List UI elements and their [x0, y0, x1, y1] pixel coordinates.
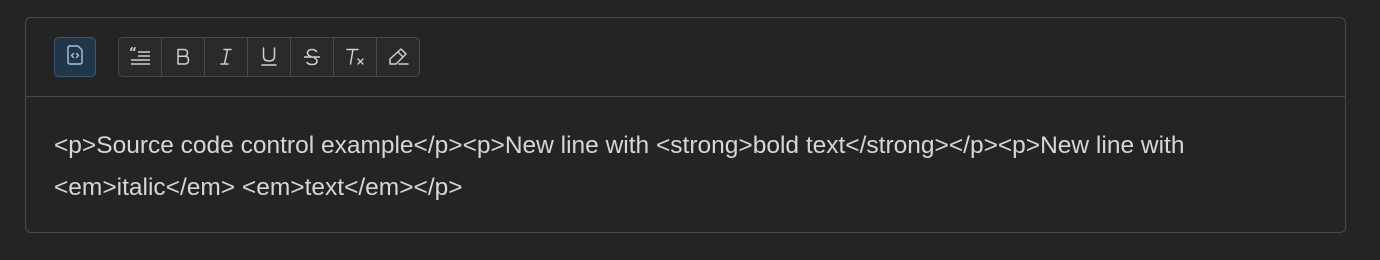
highlight-icon [386, 46, 410, 68]
source-code-button[interactable] [54, 37, 96, 77]
svg-text:“: “ [129, 47, 137, 59]
rich-text-editor: “ <p>Source code control example</p><p>N… [25, 17, 1346, 233]
clear-formatting-button[interactable] [334, 38, 377, 76]
highlight-button[interactable] [377, 38, 419, 76]
clear-formatting-icon [344, 47, 366, 67]
blockquote-icon: “ [128, 47, 152, 67]
source-code-text-area[interactable]: <p>Source code control example</p><p>New… [54, 125, 1304, 209]
blockquote-button[interactable]: “ [119, 38, 162, 76]
bold-button[interactable] [162, 38, 205, 76]
source-code-icon [65, 44, 85, 71]
italic-icon [216, 47, 236, 67]
italic-button[interactable] [205, 38, 248, 76]
formatting-button-group: “ [118, 37, 420, 77]
strikethrough-icon [302, 47, 322, 67]
bold-icon [173, 47, 193, 67]
strikethrough-button[interactable] [291, 38, 334, 76]
underline-icon [259, 46, 279, 68]
editor-toolbar: “ [26, 18, 1345, 97]
underline-button[interactable] [248, 38, 291, 76]
